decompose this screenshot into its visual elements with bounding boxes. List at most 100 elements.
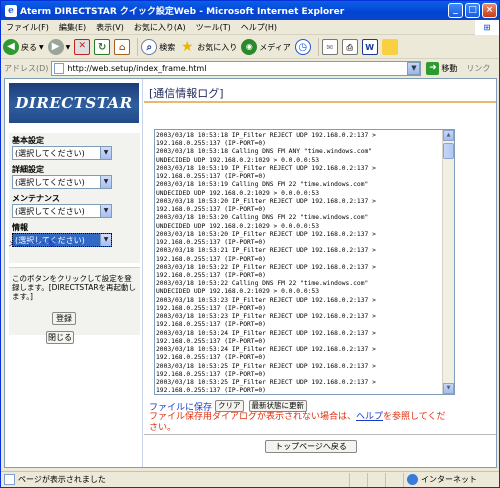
address-input[interactable]: http://web.setup/index_frame.html ▼ bbox=[51, 61, 422, 76]
search-icon: ⌕ bbox=[141, 39, 158, 55]
log-scrollbar[interactable]: ▲ ▼ bbox=[442, 130, 454, 394]
log-line: 192.168.0.255:137 (IP-PORT=0) bbox=[156, 140, 266, 148]
directstar-logo: DIRECTSTAR bbox=[9, 83, 139, 123]
refresh-icon[interactable]: ↻ bbox=[94, 39, 111, 55]
log-line: 192.168.0.255:137 (IP-PORT=0) bbox=[156, 173, 266, 181]
history-icon[interactable]: ◷ bbox=[294, 39, 311, 55]
log-line: 2003/03/18 10:53:20 Calling DNS FM 22 "t… bbox=[156, 214, 369, 222]
log-line: 2003/03/18 10:53:19 Calling DNS FM 22 "t… bbox=[156, 181, 369, 189]
chevron-down-icon: ▼ bbox=[65, 43, 71, 51]
save-help-message: ファイル保存用ダイアログが表示されない場合は、ヘルプを参照してください。 bbox=[149, 412, 449, 434]
select-maintenance[interactable]: (選択してください) ▼ bbox=[12, 204, 112, 218]
address-url: http://web.setup/index_frame.html bbox=[67, 64, 207, 73]
stop-icon[interactable]: ✕ bbox=[74, 39, 91, 55]
back-to-top-button[interactable]: トップページへ戻る bbox=[265, 440, 357, 453]
log-line: 192.168.0.255:137 (IP-PORT=0) bbox=[156, 354, 266, 362]
word-icon[interactable]: W bbox=[361, 39, 378, 55]
save-to-file-link[interactable]: ファイルに保存 bbox=[149, 400, 212, 413]
log-line: 2003/03/18 10:53:21 IP_Filter REJECT UDP… bbox=[156, 247, 376, 255]
menu-edit[interactable]: 編集(E) bbox=[54, 22, 91, 33]
mail-icon[interactable]: ✉ bbox=[321, 39, 338, 55]
favorites-button[interactable]: ★ お気に入り bbox=[179, 39, 237, 55]
menu-tools[interactable]: ツール(T) bbox=[191, 22, 236, 33]
refresh-log-button[interactable]: 最新状態に更新 bbox=[248, 400, 308, 412]
links-button[interactable]: リンク bbox=[466, 63, 490, 74]
log-line: 2003/03/18 10:53:25 IP_Filter REJECT UDP… bbox=[156, 362, 376, 370]
scroll-down-arrow-icon[interactable]: ▼ bbox=[443, 383, 454, 394]
register-button[interactable]: 登録 bbox=[52, 312, 76, 325]
group-label-maintenance: メンテナンス bbox=[12, 194, 60, 203]
chevron-down-icon: ▼ bbox=[100, 234, 111, 246]
log-line: 2003/03/18 10:53:23 IP_Filter REJECT UDP… bbox=[156, 296, 376, 304]
browser-window: e Aterm DIRECTSTAR クイック設定Web - Microsoft… bbox=[0, 0, 500, 488]
chevron-down-icon: ▼ bbox=[100, 205, 111, 217]
home-icon[interactable]: ⌂ bbox=[114, 39, 131, 55]
group-label-basic: 基本設定 bbox=[12, 136, 44, 145]
log-line: 192.168.0.255:137 (IP-PORT=0) bbox=[156, 370, 266, 378]
select-basic[interactable]: (選択してください) ▼ bbox=[12, 146, 112, 160]
chevron-down-icon: ▼ bbox=[39, 43, 44, 51]
maximize-button[interactable]: □ bbox=[465, 3, 480, 18]
status-cell bbox=[385, 472, 403, 487]
menu-help[interactable]: ヘルプ(H) bbox=[236, 22, 282, 33]
address-label: アドレス(D) bbox=[4, 64, 49, 73]
chevron-down-icon[interactable]: ▼ bbox=[407, 62, 421, 75]
print-icon[interactable]: ⎙ bbox=[341, 39, 358, 55]
menu-list-link[interactable]: メニュー一覧 bbox=[8, 238, 56, 249]
folder-icon[interactable] bbox=[381, 39, 398, 55]
title-bar[interactable]: e Aterm DIRECTSTAR クイック設定Web - Microsoft… bbox=[1, 1, 499, 20]
go-arrow-icon: ➜ bbox=[426, 62, 440, 75]
windows-logo-icon: ⊞ bbox=[475, 19, 499, 35]
select-detail-value: (選択してください) bbox=[15, 177, 85, 187]
log-line: 192.168.0.255:137 (IP-PORT=0) bbox=[156, 271, 266, 279]
select-maintenance-value: (選択してください) bbox=[15, 206, 85, 216]
log-textarea[interactable]: 2003/03/18 10:53:18 IP_Filter REJECT UDP… bbox=[154, 129, 455, 395]
clear-button[interactable]: クリア bbox=[215, 400, 244, 412]
back-label: 戻る bbox=[21, 42, 37, 52]
close-button[interactable]: × bbox=[482, 3, 497, 18]
chevron-down-icon: ▼ bbox=[100, 147, 111, 159]
minimize-button[interactable]: _ bbox=[448, 3, 463, 18]
left-frame: DIRECTSTAR 基本設定 (選択してください) ▼ 詳細設定 (選択してく… bbox=[5, 79, 143, 467]
log-actions: ファイルに保存 クリア 最新状態に更新 bbox=[149, 399, 494, 413]
log-line: 192.168.0.255:137 (IP-PORT=0) bbox=[156, 337, 266, 345]
log-line: UNDECIDED UDP 192.168.0.2:1029 > 0.0.0.0… bbox=[156, 222, 320, 230]
log-line: 192.168.0.255:137 (IP-PORT=0) bbox=[156, 206, 266, 214]
ie-icon: e bbox=[5, 4, 17, 17]
log-line: 2003/03/18 10:53:25 IP_Filter REJECT UDP… bbox=[156, 379, 376, 387]
close-page-button[interactable]: 閉じる bbox=[46, 331, 74, 344]
go-label: 移動 bbox=[441, 64, 458, 73]
select-detail[interactable]: (選択してください) ▼ bbox=[12, 175, 112, 189]
page-icon bbox=[4, 474, 15, 485]
log-line: 2003/03/18 10:53:23 IP_Filter REJECT UDP… bbox=[156, 313, 376, 321]
log-line: 192.168.0.255:137 (IP-PORT=0) bbox=[156, 255, 266, 263]
log-line: 192.168.0.255:137 (IP-PORT=0) bbox=[156, 321, 266, 329]
toolbar: ◀ 戻る ▼ ▶ ▼ ✕ ↻ ⌂ ⌕ 検索 ★ お気に入り ◉ メディア ◷ ✉… bbox=[1, 36, 499, 59]
register-note-panel: このボタンをクリックして設定を登録します。[DIRECTSTARを再起動します。… bbox=[9, 267, 140, 335]
log-line: 192.168.0.255:137 (IP-PORT=0) bbox=[156, 239, 266, 247]
scroll-up-arrow-icon[interactable]: ▲ bbox=[443, 130, 454, 141]
status-cell bbox=[367, 472, 385, 487]
log-text: 2003/03/18 10:53:18 IP_Filter REJECT UDP… bbox=[155, 130, 443, 394]
save-help-text-before: ファイル保存用ダイアログが表示されない場合は、 bbox=[149, 412, 357, 422]
page-icon bbox=[54, 63, 65, 74]
media-label: メディア bbox=[259, 42, 291, 52]
menu-favorites[interactable]: お気に入り(A) bbox=[129, 22, 191, 33]
help-link[interactable]: ヘルプ bbox=[356, 412, 383, 422]
log-line: UNDECIDED UDP 192.168.0.2:1029 > 0.0.0.0… bbox=[156, 189, 320, 197]
search-label: 検索 bbox=[159, 42, 176, 52]
log-line: 2003/03/18 10:53:19 IP_Filter REJECT UDP… bbox=[156, 164, 376, 172]
search-button[interactable]: ⌕ 検索 bbox=[141, 39, 175, 55]
chevron-down-icon: ▼ bbox=[100, 176, 111, 188]
menu-file[interactable]: ファイル(F) bbox=[1, 22, 54, 33]
go-button[interactable]: ➜ 移動 bbox=[426, 62, 457, 75]
scroll-thumb[interactable] bbox=[443, 143, 454, 159]
window-title: Aterm DIRECTSTAR クイック設定Web - Microsoft I… bbox=[20, 7, 345, 17]
zone-label: インターネット bbox=[421, 475, 477, 484]
log-line: UNDECIDED UDP 192.168.0.2:1029 > 0.0.0.0… bbox=[156, 288, 320, 296]
menu-view[interactable]: 表示(V) bbox=[91, 22, 129, 33]
media-button[interactable]: ◉ メディア bbox=[241, 39, 291, 55]
group-label-info: 情報 bbox=[12, 223, 28, 232]
forward-button[interactable]: ▶ ▼ bbox=[47, 39, 71, 55]
back-button[interactable]: ◀ 戻る ▼ bbox=[3, 39, 44, 55]
